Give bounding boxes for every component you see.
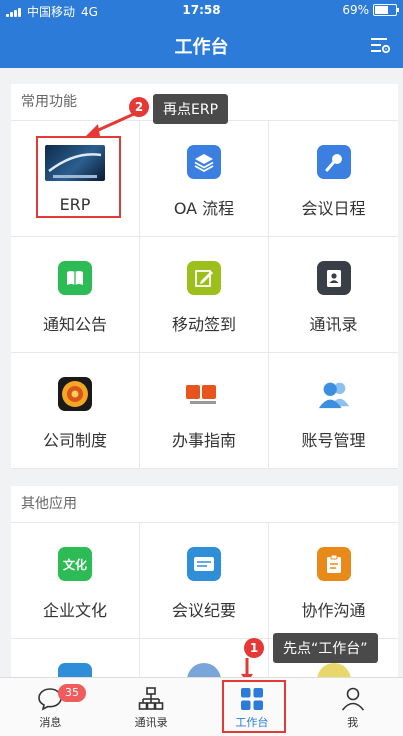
meeting-minutes-icon <box>187 547 221 581</box>
status-bar: 中国移动 4G 17:58 69% <box>0 0 403 22</box>
step-tip-1: 先点“工作台” <box>273 633 378 663</box>
layers-icon <box>187 145 221 179</box>
workbench-highlight-box <box>222 680 286 733</box>
page-title: 工作台 <box>174 37 229 58</box>
tab-label-me: 我 <box>347 716 359 729</box>
clipboard-icon <box>316 547 351 581</box>
battery-icon <box>373 4 399 16</box>
unread-badge: 35 <box>58 684 86 702</box>
app-contacts[interactable]: 通讯录 <box>269 237 398 353</box>
tab-label-contacts: 通讯录 <box>134 716 168 729</box>
user-icon <box>341 687 364 711</box>
tab-messages[interactable]: 35 消息 <box>0 678 101 736</box>
app-company-rules[interactable]: 公司制度 <box>11 353 140 469</box>
app-label-guide: 办事指南 <box>171 431 236 450</box>
app-label-collaboration: 协作沟通 <box>301 601 366 620</box>
edit-icon <box>187 261 221 295</box>
book-icon <box>58 261 92 295</box>
arrow-icon <box>86 112 135 136</box>
tab-contacts[interactable]: 通讯录 <box>101 678 202 736</box>
app-collaboration[interactable]: 协作沟通 <box>269 523 398 639</box>
app-notice[interactable]: 通知公告 <box>11 237 140 353</box>
step-tip-2: 再点ERP <box>153 94 229 124</box>
battery-percent: 69% <box>342 3 369 17</box>
app-label-minutes: 会议纪要 <box>171 601 236 620</box>
guide-icon <box>184 377 224 411</box>
contacts-book-icon <box>316 261 351 295</box>
app-account-management[interactable]: 账号管理 <box>269 353 398 469</box>
app-corporate-culture[interactable]: 文化 企业文化 <box>11 523 140 639</box>
app-label-culture: 企业文化 <box>42 601 107 620</box>
section-title-other: 其他应用 <box>11 486 398 523</box>
app-partial-1[interactable] <box>11 639 140 680</box>
app-label-account: 账号管理 <box>301 431 366 450</box>
app-label-oa: OA 流程 <box>173 199 235 218</box>
app-meeting-minutes[interactable]: 会议纪要 <box>140 523 269 639</box>
culture-icon: 文化 <box>58 547 92 581</box>
bottom-tab-bar: 35 消息 通讯录 工作台 我 <box>0 677 403 736</box>
app-mobile-checkin[interactable]: 移动签到 <box>140 237 269 353</box>
app-label-contacts: 通讯录 <box>309 315 358 334</box>
tab-me[interactable]: 我 <box>302 678 403 736</box>
app-header: 工作台 <box>0 22 403 68</box>
app-oa-process[interactable]: OA 流程 <box>140 121 269 237</box>
app-label-meeting-schedule: 会议日程 <box>301 199 366 218</box>
app-label-notice: 通知公告 <box>42 315 107 334</box>
microphone-icon <box>316 145 351 179</box>
app-label-company-rules: 公司制度 <box>42 431 107 450</box>
step-badge-1: 1 <box>244 638 264 658</box>
tab-label-messages: 消息 <box>39 716 62 729</box>
app-guide[interactable]: 办事指南 <box>140 353 269 469</box>
org-chart-icon <box>138 687 164 710</box>
app-label-checkin: 移动签到 <box>171 315 236 334</box>
app-meeting-schedule[interactable]: 会议日程 <box>269 121 398 237</box>
users-icon <box>317 377 351 411</box>
settings-icon[interactable] <box>369 34 391 56</box>
company-logo-icon <box>58 377 92 411</box>
erp-highlight-box <box>36 136 121 218</box>
